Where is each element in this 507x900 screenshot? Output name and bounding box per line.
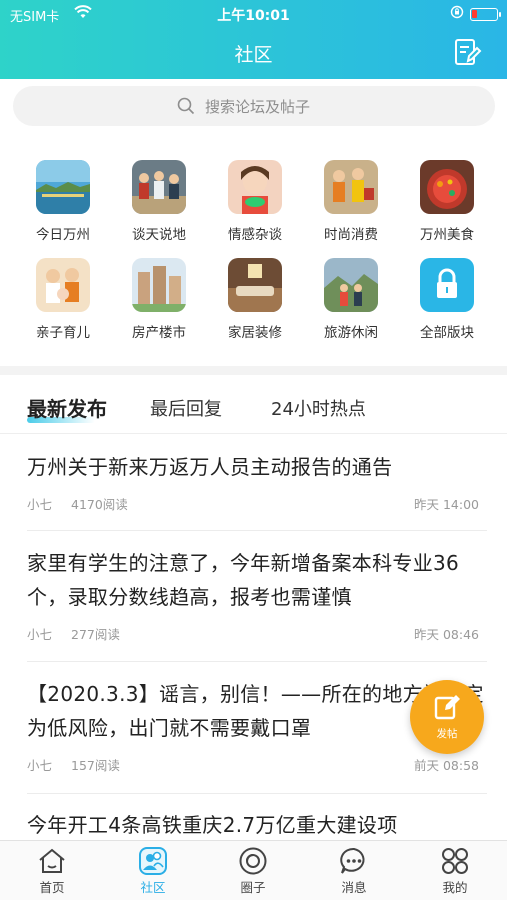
message-icon xyxy=(314,845,394,877)
forum-label: 情感杂谈 xyxy=(228,227,282,243)
clock-text: 上午10:01 xyxy=(217,8,290,24)
forum-label: 亲子育儿 xyxy=(36,325,90,341)
tab-latest[interactable]: 最新发布 xyxy=(27,393,107,422)
post-reads: 277阅读 xyxy=(71,627,120,642)
post-time: 昨天 08:46 xyxy=(414,627,479,642)
tabbar-home[interactable]: 首页 xyxy=(12,845,92,896)
post-meta: 小七 277阅读 昨天 08:46 xyxy=(27,624,487,642)
forum-item-emotion[interactable]: 情感杂谈 xyxy=(207,160,303,243)
lock-icon xyxy=(437,268,457,298)
forum-label: 今日万州 xyxy=(36,227,90,243)
status-bar: 无SIM卡 上午10:01 xyxy=(0,0,507,28)
home-icon xyxy=(12,845,92,877)
today-wanzhou-image xyxy=(36,160,90,214)
forum-label: 万州美食 xyxy=(420,227,474,243)
tab-24h-hot[interactable]: 24小时热点 xyxy=(271,395,366,421)
post-title: 家里有学生的注意了，今年新增备案本科专业36个，录取分数线趋高，报考也需谨慎 xyxy=(27,551,460,609)
tabbar-label: 我的 xyxy=(442,880,468,895)
post-author: 小七 xyxy=(27,497,53,512)
forum-item-parenting[interactable]: 亲子育儿 xyxy=(15,258,111,341)
page-title: 社区 xyxy=(234,44,273,66)
tabbar-label: 圈子 xyxy=(240,880,266,895)
forum-label: 家居装修 xyxy=(228,325,282,341)
post-author: 小七 xyxy=(27,758,53,773)
search-placeholder: 搜索论坛及帖子 xyxy=(205,98,311,116)
tabbar-label: 社区 xyxy=(140,880,166,895)
tabbar-mine[interactable]: 我的 xyxy=(415,845,495,896)
circle-icon xyxy=(213,845,293,877)
forum-item-today-wanzhou[interactable]: 今日万州 xyxy=(15,160,111,243)
home-decor-image xyxy=(228,258,282,312)
community-icon xyxy=(113,845,193,877)
forum-item-food[interactable]: 万州美食 xyxy=(399,160,495,243)
forum-label: 谈天说地 xyxy=(132,227,186,243)
tabbar-circle[interactable]: 圈子 xyxy=(213,845,293,896)
new-post-button[interactable]: 发帖 xyxy=(410,680,484,754)
top-bar: 无SIM卡 上午10:01 社区 xyxy=(0,0,507,79)
post-meta: 小七 4170阅读 昨天 14:00 xyxy=(27,494,487,512)
post-item[interactable]: 万州关于新来万返万人员主动报告的通告 小七 4170阅读 昨天 14:00 xyxy=(27,450,487,512)
realestate-image xyxy=(132,258,186,312)
tabbar-community[interactable]: 社区 xyxy=(113,845,193,896)
new-post-label: 发帖 xyxy=(436,728,458,740)
compose-button[interactable] xyxy=(452,37,482,67)
post-item[interactable]: 家里有学生的注意了，今年新增备案本科专业36个，录取分数线趋高，报考也需谨慎 小… xyxy=(27,546,487,642)
bottom-tab-bar: 首页 社区 圈子 消息 我的 xyxy=(0,840,507,900)
emotion-image xyxy=(228,160,282,214)
forum-item-home-decor[interactable]: 家居装修 xyxy=(207,258,303,341)
chat-image xyxy=(132,160,186,214)
post-divider xyxy=(27,661,487,662)
forum-item-chat[interactable]: 谈天说地 xyxy=(111,160,207,243)
post-item[interactable]: 今年开工4条高铁重庆2.7万亿重大建设项 xyxy=(27,808,487,840)
grid-icon xyxy=(415,845,495,877)
all-sections-tile xyxy=(420,258,474,312)
forum-label: 时尚消费 xyxy=(324,227,378,243)
post-title: 今年开工4条高铁重庆2.7万亿重大建设项 xyxy=(27,813,398,837)
fashion-image xyxy=(324,160,378,214)
tab-last-reply[interactable]: 最后回复 xyxy=(150,395,222,421)
forum-item-fashion[interactable]: 时尚消费 xyxy=(303,160,399,243)
forum-item-all[interactable]: 全部版块 xyxy=(399,258,495,341)
tabbar-label: 消息 xyxy=(341,880,367,895)
edit-icon xyxy=(455,39,482,65)
parenting-image xyxy=(36,258,90,312)
post-time: 前天 08:58 xyxy=(414,758,479,773)
post-divider xyxy=(27,530,487,531)
rotation-lock-icon xyxy=(450,5,464,23)
feed-tabs: 最新发布 最后回复 24小时热点 xyxy=(0,390,507,434)
travel-image xyxy=(324,258,378,312)
food-image xyxy=(420,160,474,214)
forum-label: 房产楼市 xyxy=(132,325,186,341)
post-time: 昨天 14:00 xyxy=(414,497,479,512)
search-bar[interactable]: 搜索论坛及帖子 xyxy=(13,86,495,126)
post-reads: 4170阅读 xyxy=(71,497,128,512)
forum-label: 旅游休闲 xyxy=(324,325,378,341)
battery-icon xyxy=(470,8,501,21)
search-icon xyxy=(177,97,195,119)
forum-item-realestate[interactable]: 房产楼市 xyxy=(111,258,207,341)
tabbar-label: 首页 xyxy=(39,880,65,895)
post-meta: 小七 157阅读 前天 08:58 xyxy=(27,755,487,773)
post-divider xyxy=(27,793,487,794)
post-author: 小七 xyxy=(27,627,53,642)
section-divider xyxy=(0,366,507,375)
tabbar-messages[interactable]: 消息 xyxy=(314,845,394,896)
forum-label: 全部版块 xyxy=(420,325,474,341)
post-reads: 157阅读 xyxy=(71,758,120,773)
compose-icon xyxy=(434,695,460,720)
post-title: 万州关于新来万返万人员主动报告的通告 xyxy=(27,455,393,479)
forum-item-travel[interactable]: 旅游休闲 xyxy=(303,258,399,341)
